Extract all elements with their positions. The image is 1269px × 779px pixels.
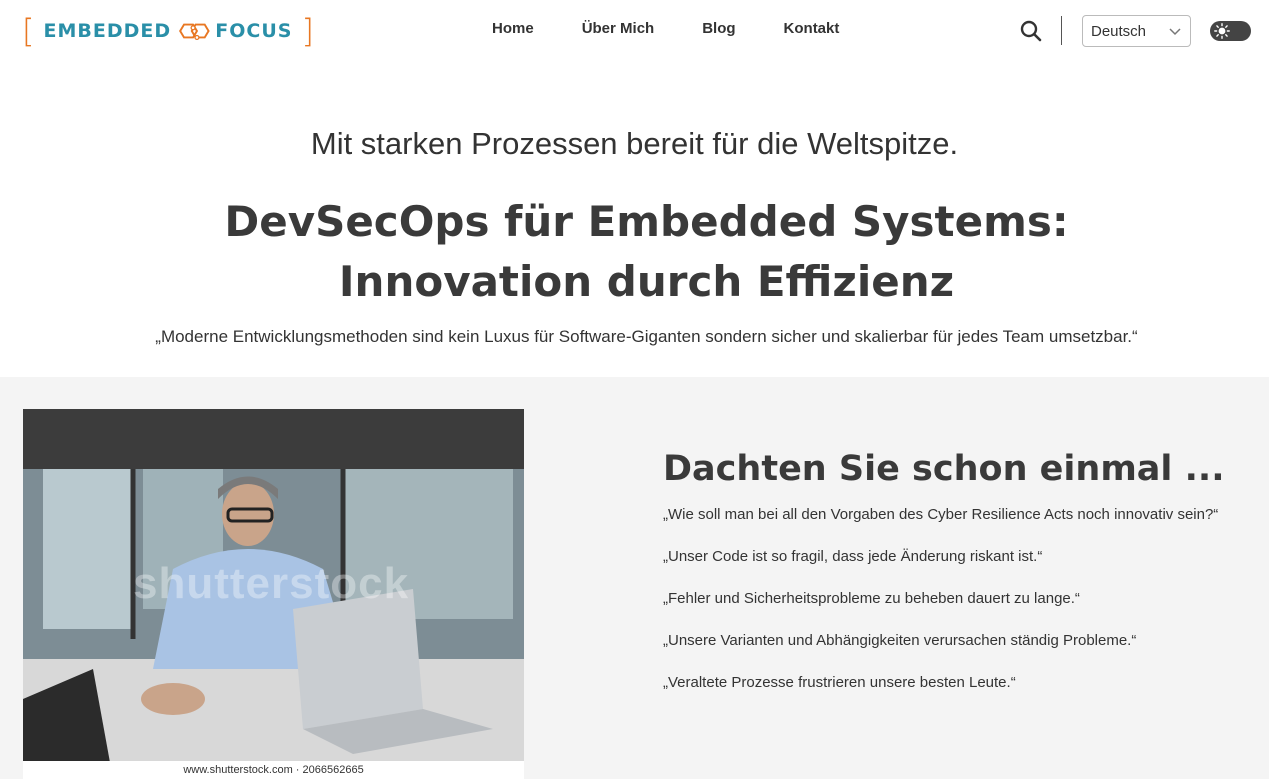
pain-points-content: Dachten Sie schon einmal ... „Wie soll m… <box>663 449 1225 717</box>
hero-tagline: Mit starken Prozessen bereit für die Wel… <box>310 126 959 161</box>
logo-word-focus: FOCUS <box>215 20 293 42</box>
language-select-value: Deutsch <box>1091 22 1147 40</box>
photo-watermark: shutterstock <box>133 559 410 608</box>
hero-headline-line1: DevSecOps für Embedded Systems: <box>224 197 1069 246</box>
man-at-laptop-photo: shutterstock www.shutterstock.com · 2066… <box>23 409 524 779</box>
logo-word-embedded: EMBEDDED <box>43 20 172 42</box>
search-icon[interactable] <box>1019 19 1043 43</box>
pain-point-5: „Veraltete Prozesse frustrieren unsere b… <box>663 674 1016 691</box>
photo-caption: www.shutterstock.com · 2066562665 <box>23 761 524 779</box>
logo-bracket-left: [ <box>22 12 35 50</box>
site-logo[interactable]: [ EMBEDDED FOCUS ] <box>22 14 314 48</box>
nav-kontakt[interactable]: Kontakt <box>784 20 840 37</box>
pain-point-1: „Wie soll man bei all den Vorgaben des C… <box>663 506 1219 523</box>
chevron-down-icon <box>1169 28 1181 36</box>
hero-headline: DevSecOps für Embedded Systems: Innovati… <box>0 192 1269 312</box>
theme-toggle[interactable] <box>1210 21 1251 41</box>
site-header: [ EMBEDDED FOCUS ] Home Über Mich Blog K… <box>0 0 1269 62</box>
nav-ueber-mich[interactable]: Über Mich <box>582 20 655 37</box>
hero-headline-line2: Innovation durch Effizienz <box>338 257 955 306</box>
pain-points-title: Dachten Sie schon einmal ... <box>663 449 1225 489</box>
nav-blog[interactable]: Blog <box>702 20 735 37</box>
sun-icon <box>1211 22 1233 40</box>
pain-point-3: „Fehler und Sicherheitsprobleme zu beheb… <box>663 590 1080 607</box>
main-nav: Home Über Mich Blog Kontakt <box>492 20 839 37</box>
logo-bracket-right: ] <box>301 12 314 50</box>
logo-chip-icon <box>179 23 210 41</box>
hero-quote: „Moderne Entwicklungsmethoden sind kein … <box>155 327 1138 346</box>
nav-home[interactable]: Home <box>492 20 534 37</box>
pain-point-2: „Unser Code ist so fragil, dass jede Änd… <box>663 548 1043 565</box>
pain-point-4: „Unsere Varianten und Abhängigkeiten ver… <box>663 632 1137 649</box>
header-divider <box>1061 16 1062 45</box>
pain-points-section: shutterstock www.shutterstock.com · 2066… <box>0 377 1269 779</box>
language-select[interactable]: Deutsch <box>1082 15 1191 47</box>
